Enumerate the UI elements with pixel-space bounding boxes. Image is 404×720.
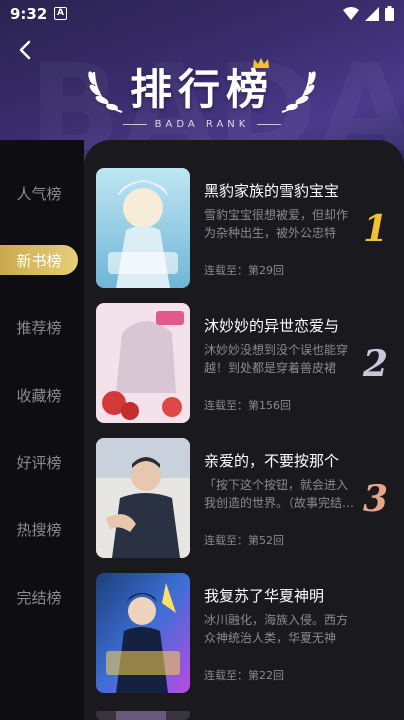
book-title: 亲爱的，不要按那个 xyxy=(204,452,340,470)
book-title: 沐妙妙的异世恋爱与 xyxy=(204,317,340,335)
rank-badge: 1 xyxy=(362,208,388,250)
status-bar: 9:32 A xyxy=(0,0,404,28)
wifi-icon xyxy=(343,6,359,20)
sidebar-item-new-books[interactable]: 新书榜 xyxy=(0,245,78,275)
sidebar-item-top-rated[interactable]: 好评榜 xyxy=(0,447,78,477)
book-description: 「按下这个按钮，就会进入我创造的世界。（故事完结… xyxy=(204,478,354,510)
page-subtitle: BADA RANK xyxy=(154,119,250,130)
book-list-item[interactable]: 黑豹家族的雪豹宝宝 雪豹宝宝很想被爱，但却作为杂种出生，被外公忠特欺… 连载至：… xyxy=(96,168,396,290)
page-title: 排行榜 xyxy=(129,65,274,114)
book-list-item[interactable]: 我复苏了华夏神明 冰川融化，海族入侵。西方众神统治人类，华夏无神成… 连载至：第… xyxy=(96,573,396,695)
rank-badge: 3 xyxy=(362,478,388,520)
battery-icon xyxy=(385,6,394,21)
book-update-status: 连载至：第52回 xyxy=(204,534,284,547)
status-icons xyxy=(343,6,394,21)
book-title: 黑豹家族的雪豹宝宝 xyxy=(204,182,340,200)
subtitle-line-right xyxy=(257,124,282,125)
subtitle-row: BADA RANK xyxy=(0,119,404,130)
rank-badge: 2 xyxy=(362,343,388,385)
sidebar-item-recommended[interactable]: 推荐榜 xyxy=(0,312,78,342)
book-description: 冰川融化，海族入侵。西方众神统治人类，华夏无神成… xyxy=(204,613,349,645)
sidebar-item-hot-search[interactable]: 热搜榜 xyxy=(0,514,78,544)
signal-icon xyxy=(365,6,379,21)
rank-category-sidebar: 人气榜 新书榜 推荐榜 收藏榜 好评榜 热搜榜 完结榜 xyxy=(0,140,84,720)
book-cover-image xyxy=(96,168,190,288)
book-cover-image xyxy=(96,438,190,558)
sidebar-item-popularity[interactable]: 人气榜 xyxy=(0,178,78,208)
book-list-item[interactable]: 亲爱的，不要按那个 「按下这个按钮，就会进入我创造的世界。（故事完结… 连载至：… xyxy=(96,438,396,560)
book-list-item-partial[interactable] xyxy=(96,708,396,720)
sidebar-item-completed[interactable]: 完结榜 xyxy=(0,582,78,612)
book-list-item[interactable]: 沐妙妙的异世恋爱与 沐妙妙没想到没个误也能穿越！到处都是穿着兽皮裙露… 连载至：… xyxy=(96,303,396,425)
book-update-status: 连载至：第156回 xyxy=(204,399,291,412)
page-title-wrap: 排行榜 xyxy=(0,56,404,117)
book-cover-image xyxy=(96,303,190,423)
book-update-status: 连载至：第29回 xyxy=(204,264,284,277)
crown-icon xyxy=(253,58,269,68)
book-list-panel: 黑豹家族的雪豹宝宝 雪豹宝宝很想被爱，但却作为杂种出生，被外公忠特欺… 连载至：… xyxy=(84,140,404,720)
notification-icon: A xyxy=(54,7,67,20)
book-cover-image xyxy=(96,708,190,720)
book-title: 我复苏了华夏神明 xyxy=(204,587,325,605)
book-description: 雪豹宝宝很想被爱，但却作为杂种出生，被外公忠特欺… xyxy=(204,208,349,240)
subtitle-line-left xyxy=(122,124,147,125)
book-cover-image xyxy=(96,573,190,693)
sidebar-item-favorites[interactable]: 收藏榜 xyxy=(0,380,78,410)
book-description: 沐妙妙没想到没个误也能穿越！到处都是穿着兽皮裙露… xyxy=(204,343,349,375)
book-update-status: 连载至：第22回 xyxy=(204,669,284,682)
status-time: 9:32 xyxy=(10,5,48,23)
